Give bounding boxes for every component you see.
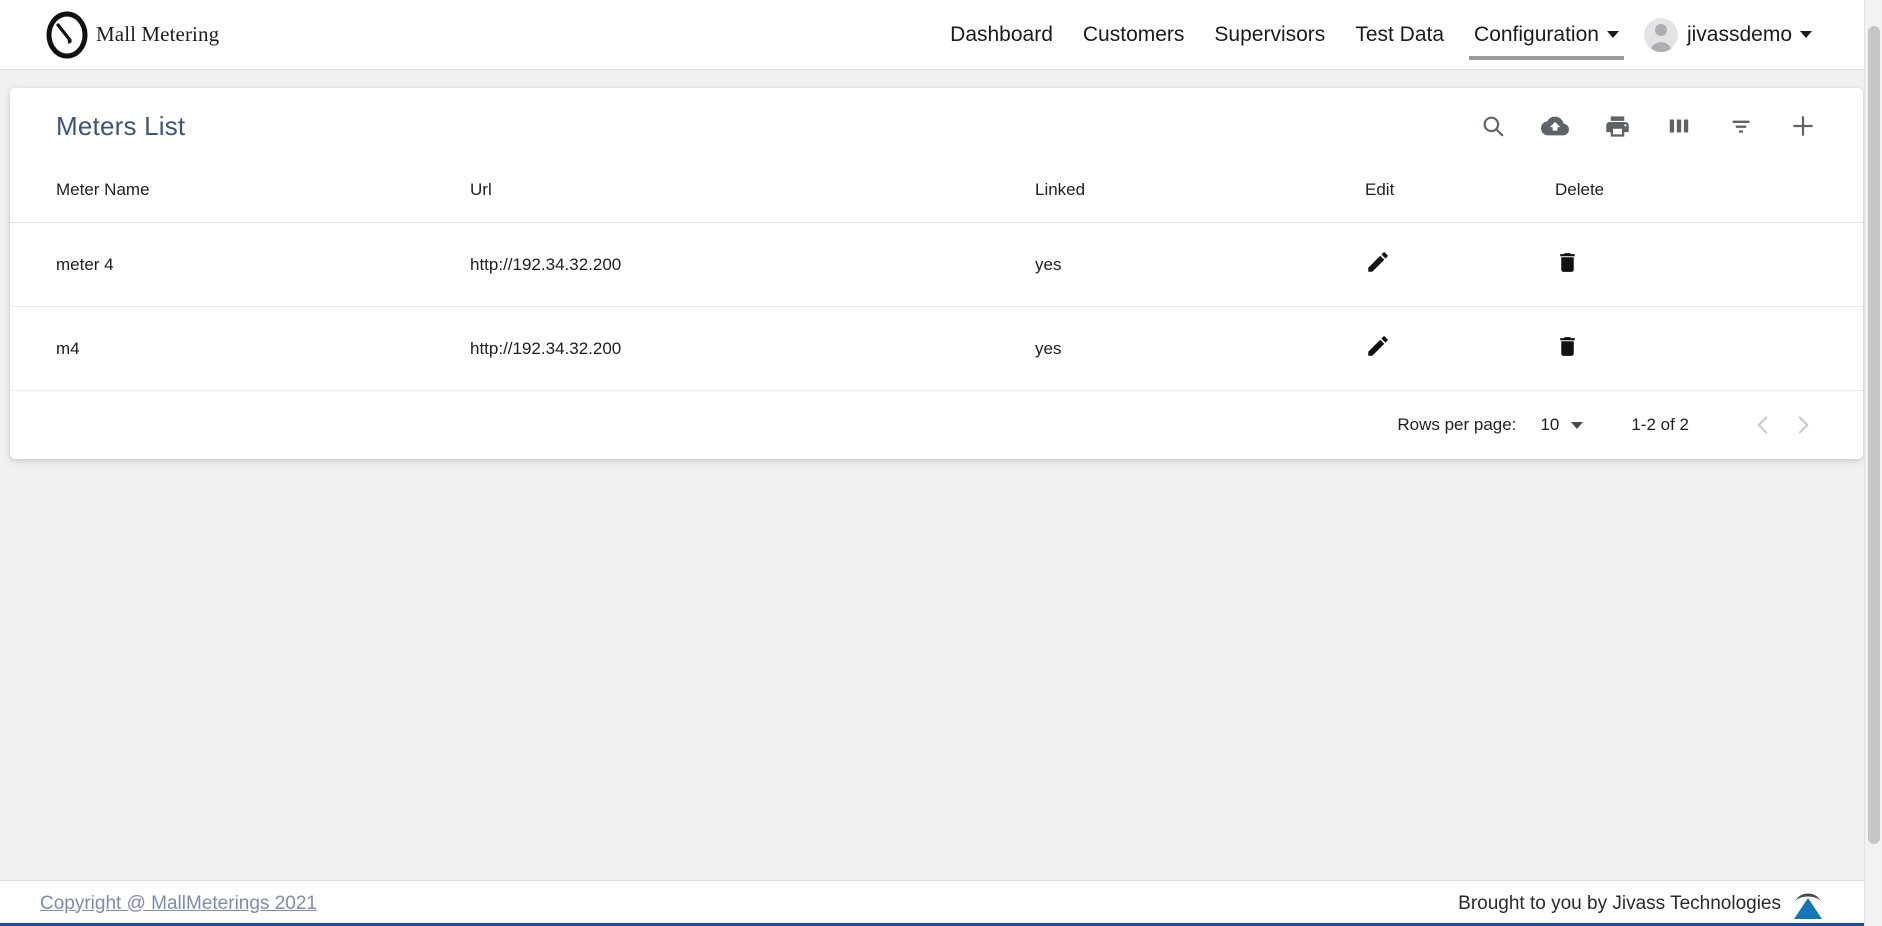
table-body: meter 4 http://192.34.32.200 yes m4 http… — [10, 222, 1863, 391]
gauge-meter-icon — [45, 9, 91, 61]
cell-meter-name: meter 4 — [10, 222, 470, 307]
column-header-linked[interactable]: Linked — [1035, 164, 1365, 223]
user-menu[interactable]: jivassdemo — [1634, 0, 1827, 70]
nav-item-supervisors[interactable]: Supervisors — [1199, 0, 1340, 70]
user-avatar-icon — [1643, 17, 1678, 52]
delete-button[interactable] — [1555, 250, 1580, 275]
print-icon — [1604, 113, 1631, 140]
rows-per-page-select[interactable]: 10 — [1540, 415, 1584, 435]
cell-delete — [1555, 222, 1863, 307]
chevron-down-icon — [1800, 31, 1812, 38]
meters-list-card: Meters List Meter Name Url Linked Edit D… — [10, 88, 1863, 459]
rows-per-page-value: 10 — [1540, 415, 1560, 434]
chevron-right-icon — [1790, 412, 1816, 438]
edit-button[interactable] — [1365, 333, 1391, 359]
column-header-meter-name[interactable]: Meter Name — [10, 164, 470, 223]
page-scrollbar-thumb[interactable] — [1868, 26, 1880, 844]
table-head: Meter Name Url Linked Edit Delete — [10, 164, 1863, 223]
cell-linked: yes — [1035, 306, 1365, 391]
filter-button[interactable] — [1723, 108, 1759, 144]
table-row[interactable]: m4 http://192.34.32.200 yes — [10, 306, 1863, 391]
cell-edit — [1365, 306, 1555, 391]
edit-button[interactable] — [1365, 249, 1391, 275]
jivass-logo-icon — [1791, 889, 1825, 919]
previous-page-button[interactable] — [1743, 405, 1783, 445]
chevron-left-icon — [1750, 412, 1776, 438]
search-button[interactable] — [1475, 108, 1511, 144]
pencil-icon — [1365, 249, 1391, 275]
cloud-download-icon — [1541, 112, 1569, 140]
delete-button[interactable] — [1555, 334, 1580, 359]
table-paginator: Rows per page: 10 1-2 of 2 — [10, 391, 1863, 459]
nav-item-test-data[interactable]: Test Data — [1340, 0, 1459, 70]
nav-item-configuration[interactable]: Configuration — [1459, 0, 1634, 70]
table-header-row: Meter Name Url Linked Edit Delete — [10, 164, 1863, 223]
add-button[interactable] — [1785, 108, 1821, 144]
cell-delete — [1555, 306, 1863, 391]
nav-links: Dashboard Customers Supervisors Test Dat… — [935, 0, 1869, 70]
print-button[interactable] — [1599, 108, 1635, 144]
trash-icon — [1555, 250, 1580, 275]
chevron-down-icon — [1606, 31, 1619, 38]
view-columns-button[interactable] — [1661, 108, 1697, 144]
add-icon — [1789, 112, 1817, 140]
cell-linked: yes — [1035, 222, 1365, 307]
table-row[interactable]: meter 4 http://192.34.32.200 yes — [10, 222, 1863, 307]
page-title: Meters List — [56, 110, 186, 141]
download-button[interactable] — [1537, 108, 1573, 144]
credit-text: Brought to you by Jivass Technologies — [1458, 892, 1781, 914]
cell-url: http://192.34.32.200 — [470, 222, 1035, 307]
meters-table: Meter Name Url Linked Edit Delete meter … — [10, 164, 1863, 391]
credit-block: Brought to you by Jivass Technologies — [1458, 889, 1825, 919]
copyright-link[interactable]: Copyright @ MallMeterings 2021 — [40, 893, 317, 915]
card-toolbar: Meters List — [10, 88, 1863, 164]
top-navbar: Mall Metering Dashboard Customers Superv… — [0, 0, 1869, 70]
cell-meter-name: m4 — [10, 306, 470, 391]
brand-logo-link[interactable]: Mall Metering — [45, 9, 219, 61]
cell-edit — [1365, 222, 1555, 307]
brand-name: Mall Metering — [96, 22, 220, 46]
nav-item-label: Test Data — [1355, 22, 1445, 46]
column-header-url[interactable]: Url — [470, 164, 1035, 223]
next-page-button[interactable] — [1783, 405, 1823, 445]
chevron-down-icon — [1571, 421, 1584, 429]
nav-item-label: Dashboard — [950, 22, 1053, 46]
nav-item-label: Customers — [1082, 22, 1185, 46]
pencil-icon — [1365, 333, 1391, 359]
cell-url: http://192.34.32.200 — [470, 306, 1035, 391]
nav-item-customers[interactable]: Customers — [1068, 0, 1200, 70]
filter-list-icon — [1728, 113, 1754, 139]
column-header-delete[interactable]: Delete — [1555, 164, 1863, 223]
user-name: jivassdemo — [1686, 22, 1792, 46]
page-footer: Copyright @ MallMeterings 2021 Brought t… — [0, 880, 1869, 926]
app-root: Mall Metering Dashboard Customers Superv… — [0, 0, 1882, 926]
trash-icon — [1555, 334, 1580, 359]
pagination-range: 1-2 of 2 — [1631, 415, 1689, 434]
nav-item-label: Supervisors — [1214, 22, 1326, 46]
view-columns-icon — [1666, 113, 1692, 139]
rows-per-page-label: Rows per page: — [1397, 415, 1517, 434]
search-icon — [1480, 113, 1506, 139]
toolbar-actions — [1475, 108, 1821, 144]
nav-item-label: Configuration — [1474, 22, 1599, 46]
page-scrollbar-track[interactable] — [1864, 0, 1882, 926]
column-header-edit[interactable]: Edit — [1365, 164, 1555, 223]
nav-item-dashboard[interactable]: Dashboard — [935, 0, 1068, 70]
